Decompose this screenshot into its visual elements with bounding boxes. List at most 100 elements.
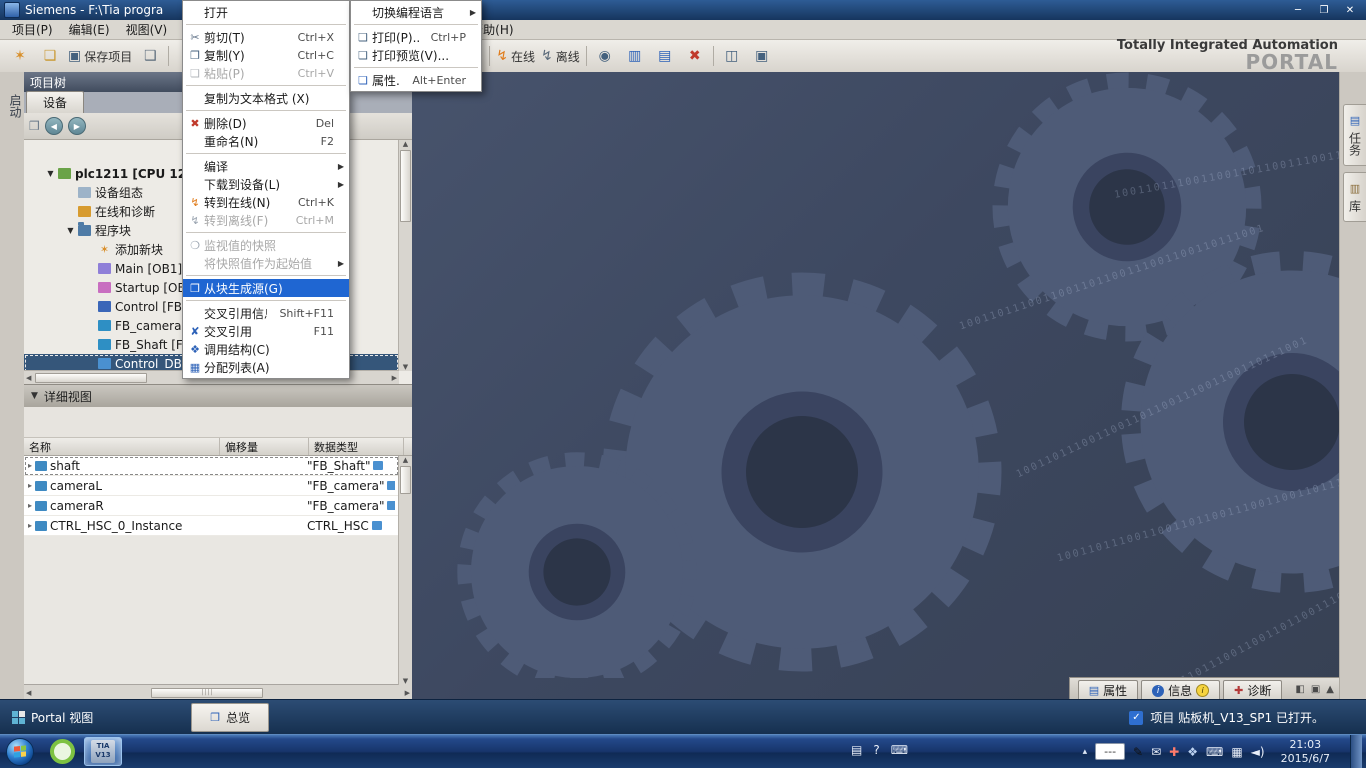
scroll-right-icon[interactable]: ▶ — [392, 374, 397, 382]
accessible-devices-button[interactable]: ◉ — [591, 44, 619, 68]
scroll-down-icon[interactable]: ▼ — [403, 677, 408, 685]
save-project-button[interactable]: ▣ 保存项目 — [66, 44, 134, 68]
inspector-tab-properties[interactable]: ▤ 属性 — [1077, 680, 1139, 700]
chevron-right-icon[interactable]: ▸ — [28, 481, 32, 490]
scroll-up-icon[interactable]: ▲ — [403, 456, 408, 464]
menu-item-copy-as-text[interactable]: 复制为文本格式 (X) — [183, 89, 349, 107]
start-simulation-button[interactable]: ▥ — [621, 44, 649, 68]
menu-item-properties[interactable]: ❏ 属性... Alt+Enter — [351, 71, 481, 89]
split-editor-horizontal-button[interactable]: ◫ — [718, 44, 746, 68]
menu-item-call-structure[interactable]: ❖ 调用结构(C) — [183, 340, 349, 358]
overview-tab[interactable]: ❐ 总览 — [191, 703, 270, 732]
detail-row-shaft[interactable]: ▸shaft"FB_Shaft"Tr... — [24, 456, 403, 476]
menu-item-cut[interactable]: ✂ 剪切(T) Ctrl+X — [183, 28, 349, 46]
print-button[interactable]: ❑ — [136, 44, 164, 68]
scroll-left-icon[interactable]: ◀ — [26, 689, 31, 697]
menu-item-apply-snapshot-as-start-values[interactable]: 将快照值作为起始值 ▶ — [183, 254, 349, 272]
menu-item-download-to-device[interactable]: 下载到设备(L) ▶ — [183, 175, 349, 193]
close-editor-button[interactable]: ✖ — [681, 44, 709, 68]
add-device-icon[interactable]: ❒ — [29, 119, 40, 133]
go-online-button[interactable]: ↯ 在线 — [494, 44, 537, 68]
chevron-right-icon[interactable]: ▸ — [28, 461, 32, 470]
split-editor-vertical-button[interactable]: ▣ — [748, 44, 776, 68]
dock-left-icon[interactable]: ◧ — [1295, 684, 1304, 695]
hidden-icons-arrow[interactable]: ▴ — [1083, 747, 1088, 757]
navigate-forward-icon[interactable]: ▶ — [67, 117, 86, 135]
volume-icon[interactable]: ◄) — [1251, 746, 1265, 758]
detail-row-cameraL[interactable]: ▸cameraL"FB_camera"Tr... — [24, 476, 403, 496]
chevron-right-icon[interactable]: ▸ — [28, 501, 32, 510]
close-button[interactable]: ✕ — [1338, 2, 1362, 18]
scroll-thumb[interactable] — [35, 372, 148, 383]
detail-view-header[interactable]: ▼ 详细视图 — [24, 384, 412, 407]
inspector-tab-info[interactable]: i 信息 i — [1141, 680, 1221, 700]
inspector-tab-diagnostics[interactable]: ✚ 诊断 — [1223, 680, 1283, 700]
minimize-button[interactable]: ─ — [1286, 2, 1310, 18]
menu-item-cross-reference-info[interactable]: 交叉引用信息 Shift+F11 — [183, 304, 349, 322]
side-tab-tasks[interactable]: ▤ 任务 — [1343, 104, 1366, 166]
detail-vertical-scrollbar[interactable]: ▲ ▼ — [398, 456, 412, 685]
monitor-icon[interactable]: ▤ — [851, 743, 862, 757]
datatype-select-icon[interactable] — [387, 501, 395, 510]
tree-vertical-scrollbar[interactable]: ▲ ▼ — [398, 140, 412, 371]
help-icon[interactable]: ? — [873, 743, 879, 757]
menu-item-copy[interactable]: ❐ 复制(Y) Ctrl+C — [183, 46, 349, 64]
menubar-item-0[interactable]: 项目(P) — [4, 20, 61, 39]
collapse-icon[interactable]: ▼ — [64, 226, 77, 235]
taskbar-clock[interactable]: 21:03 2015/6/7 — [1273, 738, 1338, 766]
menu-item-rename[interactable]: 重命名(N) F2 — [183, 132, 349, 150]
mail-icon[interactable]: ✉ — [1151, 746, 1161, 758]
menu-item-open[interactable]: 打开 — [183, 3, 349, 21]
detail-column-header-2[interactable]: 数据类型 — [309, 438, 404, 455]
scroll-up-icon[interactable]: ▲ — [403, 140, 408, 148]
datatype-select-icon[interactable] — [371, 521, 382, 530]
datatype-select-icon[interactable] — [373, 461, 384, 470]
show-desktop-button[interactable] — [1350, 735, 1362, 768]
dock-float-icon[interactable]: ▣ — [1311, 684, 1320, 695]
menu-item-go-offline[interactable]: ↯ 转到离线(F) Ctrl+M — [183, 211, 349, 229]
detail-column-header-0[interactable]: 名称 — [24, 438, 220, 455]
menu-item-go-online[interactable]: ↯ 转到在线(N) Ctrl+K — [183, 193, 349, 211]
tab-devices[interactable]: 设备 — [26, 91, 85, 113]
taskbar-app-browser[interactable] — [44, 738, 80, 765]
ime-icon[interactable]: ⌨ — [1206, 746, 1223, 758]
language-bar[interactable]: --- — [1095, 743, 1126, 760]
menu-item-delete[interactable]: ✖ 删除(D) Del — [183, 114, 349, 132]
menu-item-print-preview[interactable]: ❏ 打印预览(V)... — [351, 46, 481, 64]
portal-start-label[interactable]: 启动 — [0, 94, 24, 118]
go-offline-button[interactable]: ↯ 离线 — [539, 44, 582, 68]
portal-view-button[interactable]: Portal 视图 — [0, 700, 105, 735]
scroll-right-icon[interactable]: ▶ — [405, 689, 410, 697]
scroll-left-icon[interactable]: ◀ — [26, 374, 31, 382]
menu-item-paste[interactable]: ❏ 粘贴(P) Ctrl+V — [183, 64, 349, 82]
chevron-right-icon[interactable]: ▸ — [28, 521, 32, 530]
menu-item-switch-programming-language[interactable]: 切换编程语言 ▶ — [351, 3, 481, 21]
menubar-item-2[interactable]: 视图(V) — [118, 20, 176, 39]
open-project-button[interactable]: ❏ — [36, 44, 64, 68]
cross-references-button[interactable]: ▤ — [651, 44, 679, 68]
dock-collapse-icon[interactable]: ▲ — [1326, 684, 1334, 695]
pen-icon[interactable]: ✎ — [1133, 745, 1143, 759]
start-button[interactable] — [6, 737, 34, 766]
menubar-item-1[interactable]: 编辑(E) — [61, 20, 118, 39]
safety-icon[interactable]: ✚ — [1169, 746, 1179, 758]
menu-item-assignment-list[interactable]: ▦ 分配列表(A) — [183, 358, 349, 376]
network-icon[interactable]: ▦ — [1231, 746, 1242, 758]
menu-item-print[interactable]: ❑ 打印(P)... Ctrl+P — [351, 28, 481, 46]
scroll-down-icon[interactable]: ▼ — [403, 363, 408, 371]
taskbar-app-tia-portal[interactable]: TIA V13 — [84, 737, 122, 766]
detail-horizontal-scrollbar[interactable]: ◀ |||| ▶ — [24, 684, 412, 700]
menu-item-snapshot-of-monitor-values[interactable]: ❍ 监视值的快照 — [183, 236, 349, 254]
detail-column-header-1[interactable]: 偏移量 — [220, 438, 309, 455]
scroll-thumb[interactable]: |||| — [151, 687, 264, 698]
menu-item-cross-references[interactable]: ✘ 交叉引用 F11 — [183, 322, 349, 340]
scroll-thumb[interactable] — [400, 150, 411, 222]
new-project-button[interactable]: ✶ — [6, 44, 34, 68]
side-tab-libraries[interactable]: ▥ 库 — [1343, 172, 1366, 222]
detail-row-cameraR[interactable]: ▸cameraR"FB_camera"Tr... — [24, 496, 403, 516]
keyboard-icon[interactable]: ⌨ — [891, 743, 908, 757]
collapse-icon[interactable]: ▼ — [44, 169, 57, 178]
navigate-back-icon[interactable]: ◀ — [44, 117, 63, 135]
maximize-button[interactable]: ❐ — [1312, 2, 1336, 18]
scroll-thumb[interactable] — [400, 466, 411, 494]
